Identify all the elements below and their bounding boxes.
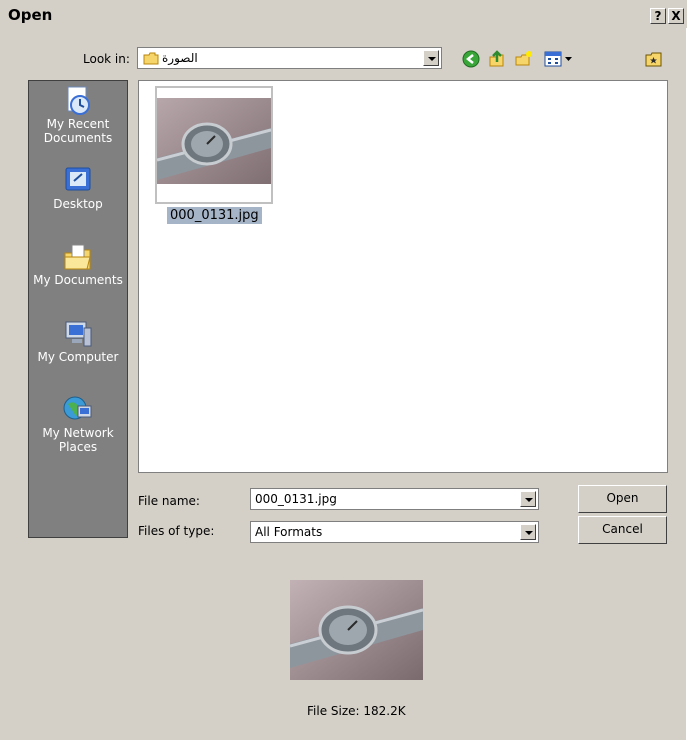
file-name-input[interactable]: 000_0131.jpg — [250, 488, 539, 510]
place-label: Desktop — [53, 197, 103, 211]
favorites-icon[interactable] — [645, 50, 663, 68]
place-my-computer[interactable]: My Computer — [29, 318, 127, 364]
place-my-recent-documents[interactable]: My Recent Documents — [29, 85, 127, 145]
file-name-label[interactable]: 000_0131.jpg — [167, 207, 262, 224]
place-label: Places — [58, 440, 98, 454]
close-button[interactable]: X — [668, 8, 684, 24]
desktop-icon — [65, 167, 91, 191]
place-my-documents[interactable]: My Documents — [29, 241, 127, 287]
look-in-label: Look in: — [83, 52, 130, 66]
look-in-dropdown[interactable]: الصورة — [137, 47, 442, 69]
places-bar: My Recent Documents Desktop My Documents — [28, 80, 128, 538]
window-title: Open — [8, 6, 53, 24]
place-label: Documents — [43, 131, 113, 145]
place-label: My Computer — [37, 350, 119, 364]
place-label: My Documents — [33, 273, 123, 287]
file-name-value: 000_0131.jpg — [255, 492, 337, 506]
file-type-dropdown[interactable]: All Formats — [250, 521, 539, 543]
preview-image — [290, 580, 423, 680]
chevron-down-icon[interactable] — [423, 50, 439, 66]
open-dialog: Open ? X Look in: الصورة My Recent Docum… — [0, 0, 687, 740]
place-desktop[interactable]: Desktop — [29, 165, 127, 211]
cancel-button[interactable]: Cancel — [578, 516, 667, 544]
file-list[interactable]: 000_0131.jpg — [138, 80, 668, 473]
chevron-down-icon[interactable] — [520, 491, 536, 507]
file-size-text: File Size: 182.2K — [307, 704, 406, 718]
place-label: My Recent — [46, 117, 110, 131]
title-bar[interactable]: Open ? X — [0, 0, 687, 28]
view-menu-icon[interactable] — [544, 50, 574, 68]
file-thumbnail — [155, 86, 273, 204]
back-icon[interactable] — [462, 50, 480, 68]
place-label: My Network — [42, 426, 114, 440]
up-folder-icon[interactable] — [488, 50, 506, 68]
file-type-value: All Formats — [255, 525, 323, 539]
my-computer-icon — [65, 321, 92, 347]
watch-photo-image — [157, 98, 271, 184]
file-name-field-label: File name: — [138, 494, 200, 508]
chevron-down-icon[interactable] — [520, 524, 536, 540]
my-documents-icon — [64, 244, 91, 270]
file-type-label: Files of type: — [138, 524, 215, 538]
open-button[interactable]: Open — [578, 485, 667, 513]
help-button[interactable]: ? — [650, 8, 666, 24]
place-my-network-places[interactable]: My Network Places — [29, 394, 127, 454]
look-in-value: الصورة — [162, 51, 198, 65]
recent-documents-icon — [67, 86, 90, 115]
new-folder-icon[interactable] — [515, 50, 533, 68]
folder-icon — [143, 52, 159, 65]
network-places-icon — [63, 396, 92, 420]
